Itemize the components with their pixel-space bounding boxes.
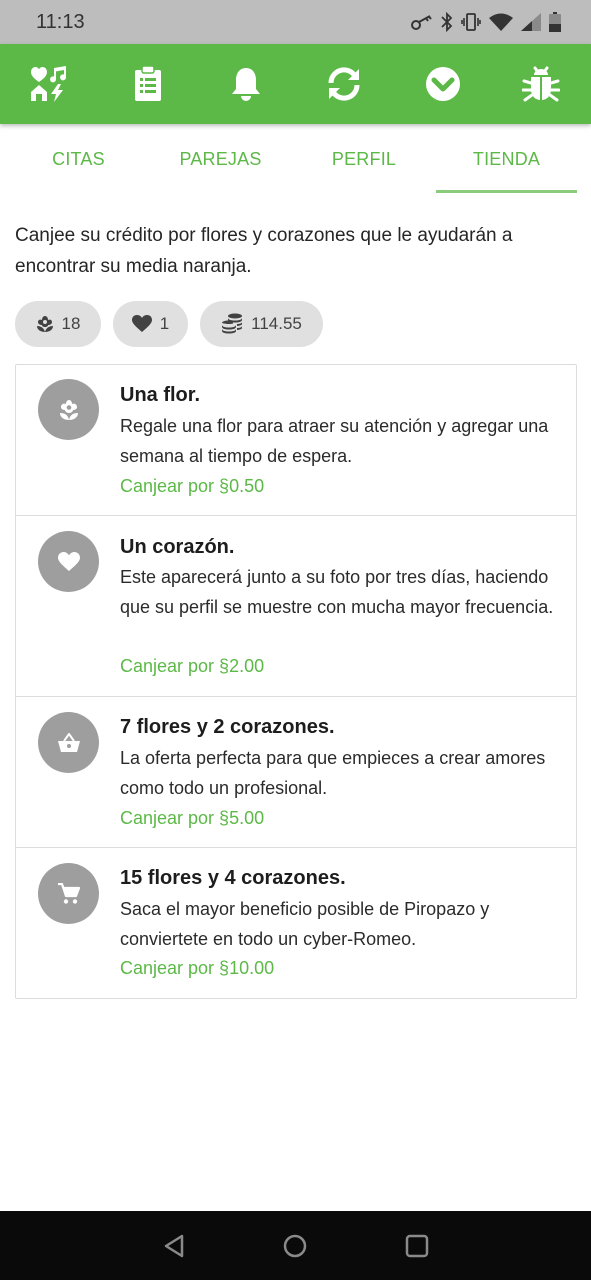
status-icons	[411, 10, 561, 34]
system-nav-bar	[0, 1211, 591, 1280]
coins-icon	[221, 313, 243, 335]
item-title: Un corazón.	[120, 536, 235, 558]
cart-icon	[38, 863, 99, 924]
bell-icon[interactable]	[226, 64, 266, 104]
status-bar: 11:13	[0, 0, 591, 44]
tab-selected-indicator	[436, 190, 577, 193]
credit-amount: 114.55	[251, 314, 302, 333]
tab-perfil[interactable]: PERFIL	[292, 124, 436, 194]
item-title: 15 flores y 4 corazones.	[120, 867, 346, 889]
refresh-icon[interactable]	[324, 64, 364, 104]
back-icon[interactable]	[159, 1231, 189, 1261]
heart-icon	[131, 315, 152, 333]
redeem-price-link[interactable]: Canjear por §5.00	[120, 808, 264, 829]
vibrate-icon	[461, 12, 481, 32]
store-item-combo-small[interactable]: 7 flores y 2 corazones. La oferta perfec…	[16, 697, 576, 848]
item-title: Una flor.	[120, 384, 201, 406]
store-item-one-heart[interactable]: Un corazón. Este aparecerá junto a su fo…	[16, 516, 576, 697]
bug-icon[interactable]	[521, 64, 561, 104]
redeem-price-link[interactable]: Canjear por §10.00	[120, 958, 274, 979]
tab-citas[interactable]: CITAS	[8, 124, 149, 194]
tab-parejas[interactable]: PAREJAS	[149, 124, 292, 194]
basket-icon	[38, 712, 99, 773]
flowers-count: 18	[61, 314, 81, 333]
heart-icon	[38, 531, 99, 592]
store-items-list: Una flor. Regale una flor para atraer su…	[15, 364, 577, 999]
matches-icon[interactable]	[29, 64, 69, 104]
item-description: Este aparecerá junto a su foto por tres …	[120, 567, 554, 617]
item-description: Saca el mayor beneficio posible de Pirop…	[120, 899, 490, 949]
wifi-icon	[489, 13, 513, 31]
store-intro-text: Canjee su crédito por flores y corazones…	[15, 225, 513, 277]
recents-icon[interactable]	[402, 1231, 432, 1261]
clipboard-icon[interactable]	[128, 64, 168, 104]
hearts-count: 1	[159, 314, 170, 333]
redeem-price-link[interactable]: Canjear por §2.00	[120, 656, 264, 677]
flower-icon	[36, 315, 54, 333]
credit-balance-chip[interactable]: 114.55	[200, 301, 323, 347]
store-item-combo-large[interactable]: 15 flores y 4 corazones. Saca el mayor b…	[16, 848, 576, 998]
item-description: La oferta perfecta para que empieces a c…	[120, 748, 546, 798]
flowers-balance-chip[interactable]: 18	[15, 301, 101, 347]
tab-tienda[interactable]: TIENDA	[436, 124, 577, 194]
signal-icon	[521, 13, 541, 31]
redeem-price-link[interactable]: Canjear por §0.50	[120, 476, 264, 497]
status-time: 11:13	[36, 11, 85, 33]
battery-icon	[549, 12, 561, 32]
key-icon	[411, 14, 433, 30]
top-toolbar	[0, 44, 591, 124]
item-description: Regale una flor para atraer su atención …	[120, 416, 549, 466]
tab-bar: CITAS PAREJAS PERFIL TIENDA	[0, 124, 591, 194]
chevron-down-circle-icon[interactable]	[423, 64, 463, 104]
flower-icon	[38, 379, 99, 440]
store-item-one-flower[interactable]: Una flor. Regale una flor para atraer su…	[16, 365, 576, 516]
home-icon[interactable]	[280, 1231, 310, 1261]
bluetooth-icon	[441, 12, 453, 32]
hearts-balance-chip[interactable]: 1	[113, 301, 188, 347]
item-title: 7 flores y 2 corazones.	[120, 716, 335, 738]
